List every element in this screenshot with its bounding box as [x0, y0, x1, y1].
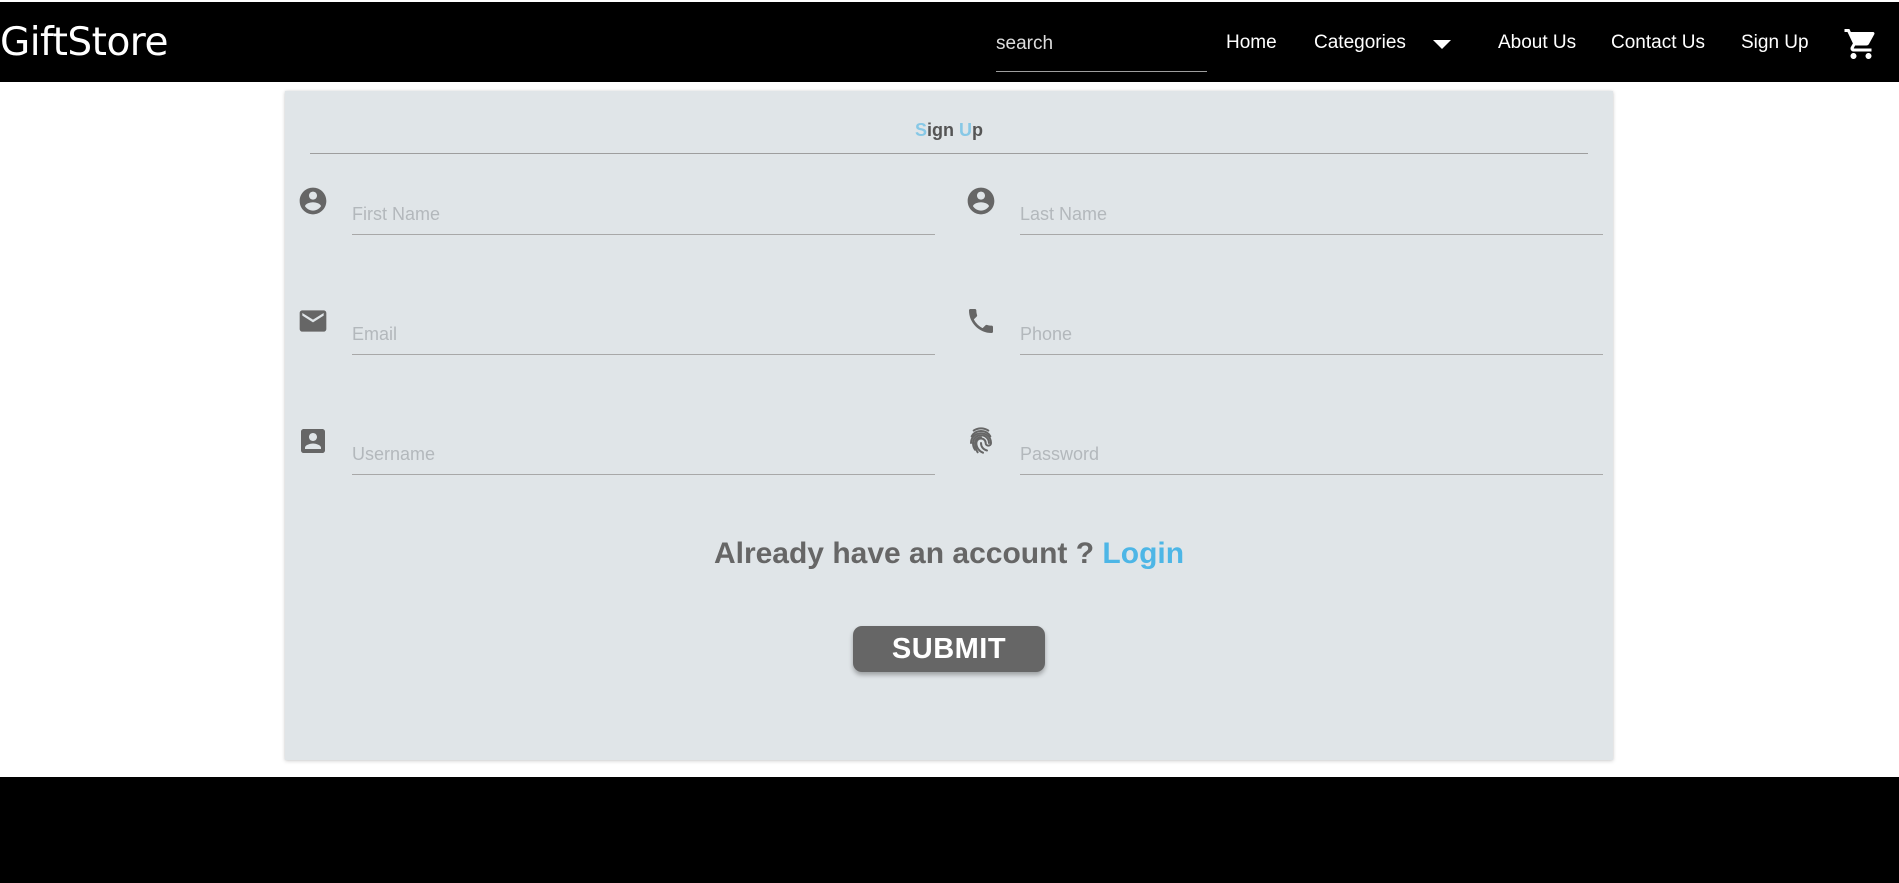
title-rest-s: ign [927, 120, 959, 140]
title-divider [310, 153, 1588, 154]
login-link[interactable]: Login [1102, 537, 1184, 570]
search-field [996, 24, 1207, 72]
brand-logo[interactable]: GiftStore [0, 20, 168, 66]
nav-signup-link[interactable]: Sign Up [1741, 31, 1809, 55]
last-name-field [953, 185, 1603, 255]
caret-down-icon[interactable] [1431, 38, 1453, 52]
signup-title: Sign Up [285, 119, 1613, 141]
nav-contact-link[interactable]: Contact Us [1611, 31, 1705, 55]
phone-input[interactable] [1020, 319, 1603, 355]
title-rest-u: p [972, 120, 983, 140]
phone-icon [969, 309, 993, 333]
password-field [953, 425, 1603, 495]
nav-categories-link[interactable]: Categories [1314, 31, 1406, 55]
title-initial-u: U [959, 120, 972, 140]
email-icon [299, 310, 327, 332]
nav-about-link[interactable]: About Us [1498, 31, 1576, 55]
login-prompt-text: Already have an account ? [713, 537, 1095, 570]
username-field [285, 425, 935, 495]
submit-button[interactable]: SUBMIT [853, 626, 1045, 672]
page-footer [0, 777, 1899, 883]
first-name-field [285, 185, 935, 255]
account-box-icon [301, 429, 325, 453]
last-name-input[interactable] [1020, 199, 1603, 235]
shopping-cart-icon[interactable] [1843, 26, 1879, 62]
login-prompt: Already have an account ? Login [285, 536, 1613, 572]
password-input[interactable] [1020, 439, 1603, 475]
search-input[interactable] [996, 29, 1207, 59]
username-input[interactable] [352, 439, 935, 475]
phone-field [953, 305, 1603, 375]
first-name-input[interactable] [352, 199, 935, 235]
signup-card: Sign Up First Name Last Name Email Phone… [285, 91, 1613, 760]
email-field [285, 305, 935, 375]
account-circle-icon [299, 187, 327, 215]
top-navbar: GiftStore Home Categories About Us Conta… [0, 2, 1899, 82]
nav-home-link[interactable]: Home [1226, 31, 1277, 55]
email-input[interactable] [352, 319, 935, 355]
fingerprint-icon [970, 427, 993, 454]
account-circle-icon [967, 187, 995, 215]
title-initial-s: S [914, 120, 927, 140]
